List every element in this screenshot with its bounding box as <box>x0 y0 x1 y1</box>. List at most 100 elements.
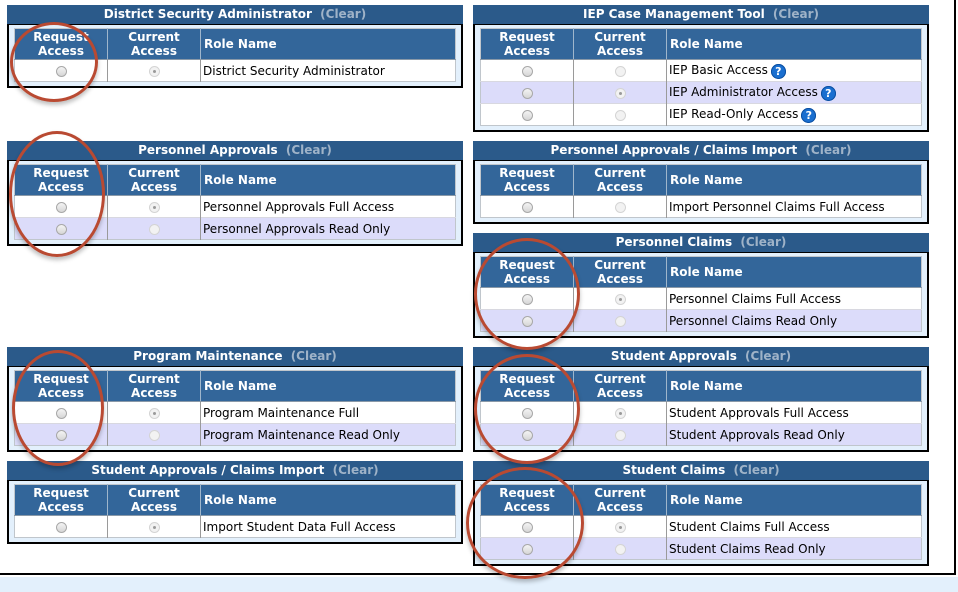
role-name-cell: Personnel Claims Read Only <box>666 309 922 332</box>
role-name-cell: Personnel Claims Full Access <box>666 287 922 310</box>
role-name-cell: Student Claims Read Only <box>666 537 922 560</box>
request-access-radio[interactable] <box>521 521 533 533</box>
request-access-cell <box>480 195 574 218</box>
help-icon[interactable]: ? <box>801 107 817 123</box>
request-access-radio[interactable] <box>55 429 67 441</box>
current-access-cell <box>107 217 201 240</box>
current-access-cell <box>573 423 667 446</box>
role-name-cell: Import Personnel Claims Full Access <box>666 195 922 218</box>
role-name-cell: Student Approvals Full Access <box>666 401 922 424</box>
current-access-cell <box>573 103 667 126</box>
roles-table: Request Access Current Access Role Name Di… <box>14 28 456 82</box>
request-access-cell <box>14 195 108 218</box>
request-access-radio[interactable] <box>521 293 533 305</box>
request-access-header: Request Access <box>480 256 574 288</box>
help-icon[interactable]: ? <box>820 85 836 101</box>
help-icon[interactable]: ? <box>770 63 786 79</box>
role-name: Student Approvals Read Only <box>669 427 845 442</box>
request-access-radio[interactable] <box>521 65 533 77</box>
clear-link[interactable]: (Clear) <box>773 7 819 21</box>
current-access-cell <box>107 401 201 424</box>
request-access-radio[interactable] <box>55 407 67 419</box>
role-row: Program Maintenance Full <box>14 401 456 424</box>
role-row: Import Personnel Claims Full Access <box>480 195 922 218</box>
clear-link[interactable]: (Clear) <box>740 235 786 249</box>
current-access-header: Current Access <box>573 28 667 60</box>
request-access-radio[interactable] <box>521 407 533 419</box>
current-access-radio <box>614 201 626 213</box>
table-header-row: Request Access Current Access Role Name <box>14 164 456 196</box>
current-access-cell <box>573 195 667 218</box>
request-access-radio[interactable] <box>55 521 67 533</box>
clear-link[interactable]: (Clear) <box>805 143 851 157</box>
panel-title: Program Maintenance (Clear) <box>7 347 463 366</box>
request-access-cell <box>480 81 574 104</box>
current-access-cell <box>107 515 201 538</box>
clear-link[interactable]: (Clear) <box>333 463 379 477</box>
current-access-radio <box>614 543 626 555</box>
role-row: IEP Basic Access? <box>480 59 922 82</box>
role-name-cell: Personnel Approvals Read Only <box>200 217 456 240</box>
role-name-cell: IEP Basic Access? <box>666 59 922 82</box>
role-name: IEP Basic Access <box>669 62 768 77</box>
current-access-cell <box>107 423 201 446</box>
current-access-header: Current Access <box>107 28 201 60</box>
role-name: Student Approvals Full Access <box>669 405 849 420</box>
current-access-header: Current Access <box>573 256 667 288</box>
clear-link[interactable]: (Clear) <box>286 143 332 157</box>
clear-link[interactable]: (Clear) <box>320 7 366 21</box>
panel-body: Request Access Current Access Role Name Pr… <box>7 366 463 452</box>
request-access-radio[interactable] <box>521 201 533 213</box>
current-access-header: Current Access <box>107 484 201 516</box>
clear-link[interactable]: (Clear) <box>745 349 791 363</box>
role-panel: Program Maintenance (Clear) Request Acces… <box>7 347 463 452</box>
request-access-radio[interactable] <box>521 543 533 555</box>
current-access-radio <box>148 429 160 441</box>
panel-title-text: Student Claims <box>622 463 726 477</box>
role-name: Program Maintenance Full <box>203 405 360 420</box>
roles-table: Request Access Current Access Role Name IE… <box>480 28 922 126</box>
role-panel: District Security Administrator (Clear) … <box>7 5 463 88</box>
current-access-radio <box>614 293 626 305</box>
request-access-cell <box>480 287 574 310</box>
role-name-cell: Program Maintenance Read Only <box>200 423 456 446</box>
request-access-radio[interactable] <box>521 315 533 327</box>
current-access-cell <box>107 195 201 218</box>
role-name-header: Role Name <box>200 370 456 402</box>
panel-title: Personnel Claims (Clear) <box>473 233 929 252</box>
roles-table: Request Access Current Access Role Name Im… <box>14 484 456 538</box>
panel-title-text: Program Maintenance <box>133 349 283 363</box>
request-access-header: Request Access <box>480 370 574 402</box>
current-access-cell <box>573 515 667 538</box>
role-row: Program Maintenance Read Only <box>14 423 456 446</box>
role-name: Personnel Approvals Read Only <box>203 221 391 236</box>
role-panel: Student Approvals / Claims Import (Clear… <box>7 461 463 544</box>
clear-link[interactable]: (Clear) <box>291 349 337 363</box>
current-access-cell <box>573 287 667 310</box>
current-access-cell <box>107 59 201 82</box>
request-access-radio[interactable] <box>521 429 533 441</box>
current-access-cell <box>573 81 667 104</box>
request-access-radio[interactable] <box>521 87 533 99</box>
request-access-radio[interactable] <box>55 65 67 77</box>
current-access-radio <box>148 521 160 533</box>
request-access-radio[interactable] <box>521 109 533 121</box>
role-name-cell: IEP Read-Only Access? <box>666 103 922 126</box>
panel-title-text: Student Approvals <box>610 349 737 363</box>
role-row: Student Approvals Read Only <box>480 423 922 446</box>
role-name-cell: Program Maintenance Full <box>200 401 456 424</box>
table-header-row: Request Access Current Access Role Name <box>480 28 922 60</box>
panel-body: Request Access Current Access Role Name Pe… <box>7 160 463 246</box>
footer-band <box>0 577 958 592</box>
current-access-header: Current Access <box>107 370 201 402</box>
request-access-radio[interactable] <box>55 201 67 213</box>
clear-link[interactable]: (Clear) <box>734 463 780 477</box>
request-access-radio[interactable] <box>55 223 67 235</box>
request-access-header: Request Access <box>480 164 574 196</box>
role-name-header: Role Name <box>666 28 922 60</box>
panel-title: IEP Case Management Tool (Clear) <box>473 5 929 24</box>
role-name-cell: Student Claims Full Access <box>666 515 922 538</box>
role-name: Program Maintenance Read Only <box>203 427 400 442</box>
panel-body: Request Access Current Access Role Name St… <box>473 480 929 566</box>
roles-table: Request Access Current Access Role Name Im… <box>480 164 922 218</box>
